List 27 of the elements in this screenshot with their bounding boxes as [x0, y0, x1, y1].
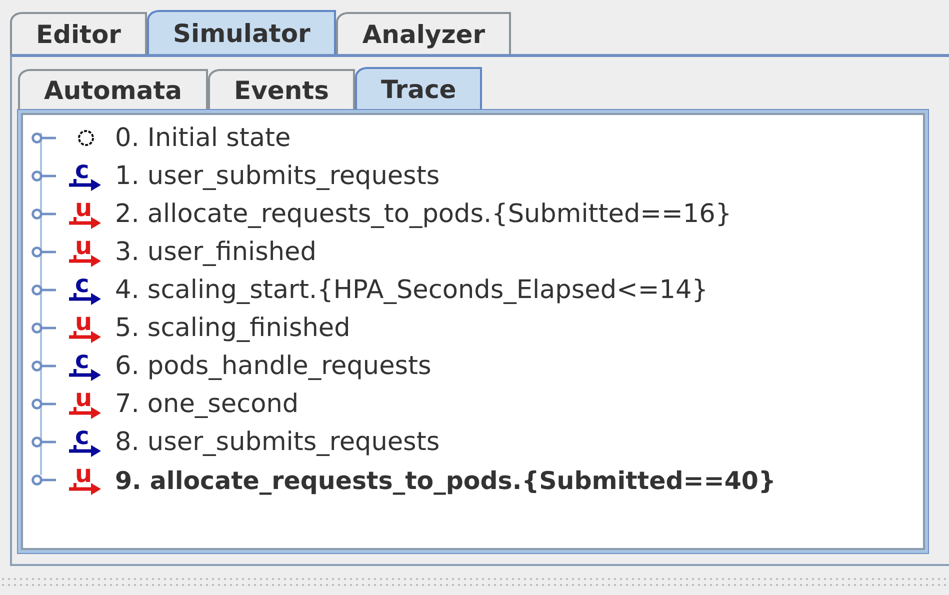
trace-step[interactable]: 3. user_finished	[115, 237, 316, 267]
trace-step[interactable]: 0. Initial state	[115, 123, 291, 153]
tree-handle-icon[interactable]	[31, 283, 57, 297]
trace-step[interactable]: 6. pods_handle_requests	[115, 351, 432, 381]
tree-handle-icon[interactable]	[31, 359, 57, 373]
trace-step[interactable]: 7. one_second	[115, 389, 299, 419]
tab[interactable]: Automata	[18, 69, 208, 110]
tab[interactable]: Events	[208, 69, 355, 110]
trace-step[interactable]: 1. user_submits_requests	[115, 161, 440, 191]
tab[interactable]: Editor	[10, 12, 147, 54]
tree-handle-icon[interactable]	[31, 473, 57, 487]
tree-handle-icon[interactable]	[31, 321, 57, 335]
circle-icon	[77, 129, 95, 147]
trace-step[interactable]: 8. user_submits_requests	[115, 427, 440, 457]
tab[interactable]: Analyzer	[336, 12, 512, 54]
trace-step[interactable]: 5. scaling_finished	[115, 313, 350, 343]
trace-step[interactable]: 9. allocate_requests_to_pods.{Submitted==40}	[115, 466, 776, 494]
trace-step[interactable]: 2. allocate_requests_to_pods.{Submitted==16}	[115, 199, 732, 229]
tab[interactable]: Trace	[354, 67, 482, 110]
tree-handle-icon[interactable]	[31, 245, 57, 259]
trace-step[interactable]: 4. scaling_start.{HPA_Seconds_Elapsed<=14}	[115, 275, 708, 305]
tab[interactable]: Simulator	[147, 10, 336, 54]
tree-handle-icon[interactable]	[31, 397, 57, 411]
tree-handle-icon[interactable]	[31, 169, 57, 183]
tree-handle-icon[interactable]	[31, 131, 57, 145]
tree-handle-icon[interactable]	[31, 435, 57, 449]
tree-handle-icon[interactable]	[31, 207, 57, 221]
